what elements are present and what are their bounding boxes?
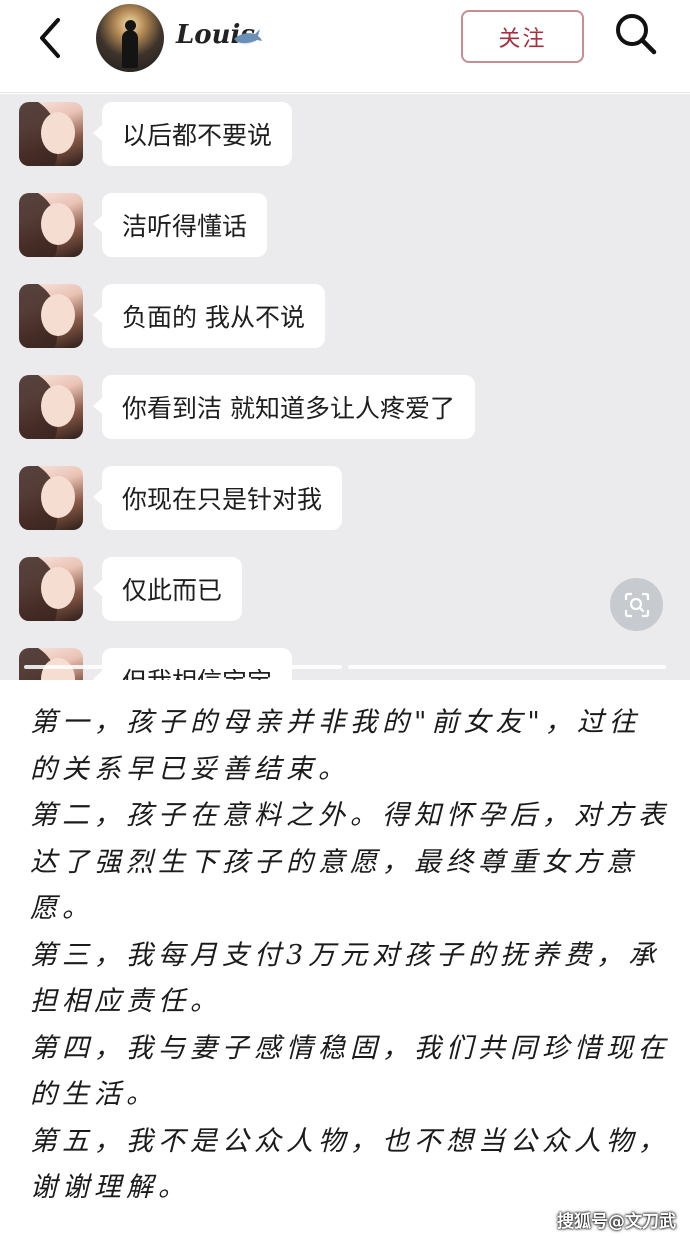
user-avatar[interactable] xyxy=(96,4,164,72)
back-arrow-icon[interactable] xyxy=(30,14,74,62)
message-bubble: 仅此而已 xyxy=(92,557,243,621)
sender-avatar xyxy=(19,466,83,530)
message-bubble: 你看到洁 就知道多让人疼爱了 xyxy=(93,375,475,439)
sender-avatar xyxy=(19,648,83,680)
chat-message: 仅此而已 xyxy=(0,557,690,623)
message-bubble: 但我相信宝宝 xyxy=(92,648,293,680)
image-scan-icon xyxy=(624,592,649,617)
message-bubble: 洁听得懂话 xyxy=(92,193,268,257)
chat-message: 你现在只是针对我 xyxy=(0,466,690,532)
statement-paragraph: 第二，孩子在意料之外。得知怀孕后，对方表达了强烈生下孩子的意愿，最终尊重女方意愿… xyxy=(30,800,670,924)
statement-text: 第一，孩子的母亲并非我的"前女友"，过往的关系早已妥善结束。 第二，孩子在意料之… xyxy=(30,700,670,1212)
statement-paragraph: 第一，孩子的母亲并非我的"前女友"，过往的关系早已妥善结束。 xyxy=(30,707,641,785)
carousel-indicator xyxy=(348,665,666,669)
chat-screenshot: 以后都不要说 洁听得懂话 负面的 我从不说 你看到洁 就知道多让人疼爱了 你现在… xyxy=(0,94,690,680)
shark-emoji-icon xyxy=(234,29,262,45)
message-bubble: 你现在只是针对我 xyxy=(92,466,343,530)
search-icon[interactable] xyxy=(612,10,660,58)
statement-paragraph: 第五，我不是公众人物，也不想当公众人物，谢谢理解。 xyxy=(30,1125,670,1204)
sender-avatar xyxy=(19,284,83,348)
sender-avatar xyxy=(19,102,83,166)
chat-message: 负面的 我从不说 xyxy=(0,284,690,350)
sender-avatar xyxy=(19,193,83,257)
sender-avatar xyxy=(19,557,83,621)
image-scan-button[interactable] xyxy=(610,578,663,631)
watermark: 搜狐号@文刀武 xyxy=(557,1212,676,1232)
chat-message: 但我相信宝宝 xyxy=(0,648,690,680)
carousel-indicator xyxy=(24,665,342,669)
message-bubble: 负面的 我从不说 xyxy=(93,284,325,348)
follow-button[interactable]: 关注 xyxy=(461,10,584,63)
profile-header: Louis 关注 xyxy=(0,0,690,93)
chat-message: 以后都不要说 xyxy=(0,102,690,168)
message-bubble: 以后都不要说 xyxy=(92,102,293,166)
statement-paragraph: 第四，我与妻子感情稳固，我们共同珍惜现在的生活。 xyxy=(30,1032,670,1111)
chat-message: 洁听得懂话 xyxy=(0,193,690,259)
sender-avatar xyxy=(19,375,83,439)
chat-message: 你看到洁 就知道多让人疼爱了 xyxy=(0,375,690,441)
statement-paragraph: 第三，我每月支付3万元对孩子的抚养费，承担相应责任。 xyxy=(30,939,661,1018)
